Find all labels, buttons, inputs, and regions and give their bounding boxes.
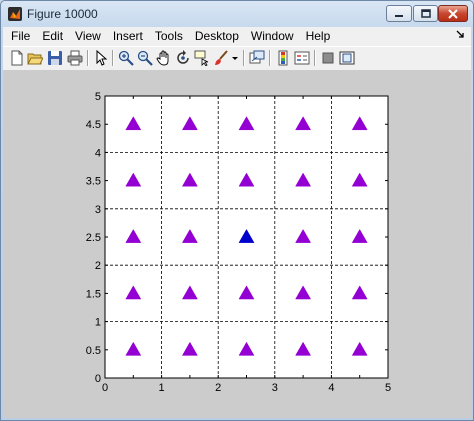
menu-edit[interactable]: Edit xyxy=(36,27,69,46)
show-plot-tools-icon[interactable] xyxy=(339,50,355,66)
matlab-logo-icon xyxy=(8,7,22,21)
y-tick-label: 1.5 xyxy=(86,288,101,300)
plot-axes[interactable]: 0 1 2 3 4 5 0 0.5 1 1.5 2 2.5 3 3.5 4 4.5 5 xyxy=(3,70,471,418)
insert-legend-icon[interactable] xyxy=(294,50,310,66)
menu-file[interactable]: File xyxy=(3,27,36,46)
y-tick-label: 3.5 xyxy=(86,176,101,188)
toolbar-separator xyxy=(87,50,89,66)
menu-window[interactable]: Window xyxy=(245,27,300,46)
x-tick-label: 5 xyxy=(385,382,391,394)
rotate-3d-icon[interactable] xyxy=(175,50,191,66)
y-tick-label: 2 xyxy=(95,260,101,272)
menu-tools[interactable]: Tools xyxy=(149,27,189,46)
toolbar-separator xyxy=(243,50,245,66)
link-plot-icon[interactable] xyxy=(249,50,265,66)
figure-canvas: 0 1 2 3 4 5 0 0.5 1 1.5 2 2.5 3 3.5 4 4.5 5 xyxy=(3,70,471,418)
new-figure-icon[interactable] xyxy=(9,50,25,66)
x-tick-label: 1 xyxy=(159,382,165,394)
y-tick-label: 4.5 xyxy=(86,119,101,131)
x-tick-label: 3 xyxy=(272,382,278,394)
zoom-in-icon[interactable] xyxy=(118,50,134,66)
menu-view[interactable]: View xyxy=(69,27,107,46)
hide-plot-tools-icon[interactable] xyxy=(320,50,336,66)
zoom-out-icon[interactable] xyxy=(137,50,153,66)
menu-help[interactable]: Help xyxy=(300,27,337,46)
menu-insert[interactable]: Insert xyxy=(107,27,149,46)
data-cursor-icon[interactable] xyxy=(194,50,210,66)
y-tick-label: 0.5 xyxy=(86,345,101,357)
title-bar[interactable]: Figure 10000 xyxy=(1,1,473,27)
pan-hand-icon[interactable] xyxy=(156,50,172,66)
maximize-button[interactable] xyxy=(413,5,438,22)
close-icon xyxy=(448,8,458,19)
y-tick-label: 3 xyxy=(95,204,101,216)
menu-desktop[interactable]: Desktop xyxy=(189,27,245,46)
window-title: Figure 10000 xyxy=(27,7,98,21)
y-tick-label: 5 xyxy=(95,91,101,103)
save-icon[interactable] xyxy=(47,50,63,66)
print-icon[interactable] xyxy=(67,50,83,66)
dock-arrow-icon[interactable] xyxy=(455,29,465,39)
brush-dropdown-icon[interactable] xyxy=(231,50,239,66)
y-tick-label: 1 xyxy=(95,317,101,329)
toolbar-separator xyxy=(112,50,114,66)
minimize-icon xyxy=(395,14,403,17)
maximize-icon xyxy=(420,9,431,18)
brush-icon[interactable] xyxy=(213,50,229,66)
x-tick-label: 4 xyxy=(328,382,334,394)
close-button[interactable] xyxy=(438,5,468,22)
y-tick-label: 2.5 xyxy=(86,232,101,244)
open-file-icon[interactable] xyxy=(27,50,43,66)
toolbar-separator xyxy=(314,50,316,66)
y-tick-label: 0 xyxy=(95,373,101,385)
insert-colorbar-icon[interactable] xyxy=(275,50,291,66)
x-tick-label: 0 xyxy=(102,382,108,394)
minimize-button[interactable] xyxy=(386,5,412,22)
figure-window: Figure 10000 File Edit View Insert Tools… xyxy=(0,0,474,421)
edit-plot-arrow-icon[interactable] xyxy=(93,50,109,66)
y-tick-label: 4 xyxy=(95,147,101,159)
x-tick-label: 2 xyxy=(215,382,221,394)
toolbar-separator xyxy=(269,50,271,66)
menu-bar: File Edit View Insert Tools Desktop Wind… xyxy=(3,27,471,46)
figure-toolbar xyxy=(3,46,471,71)
